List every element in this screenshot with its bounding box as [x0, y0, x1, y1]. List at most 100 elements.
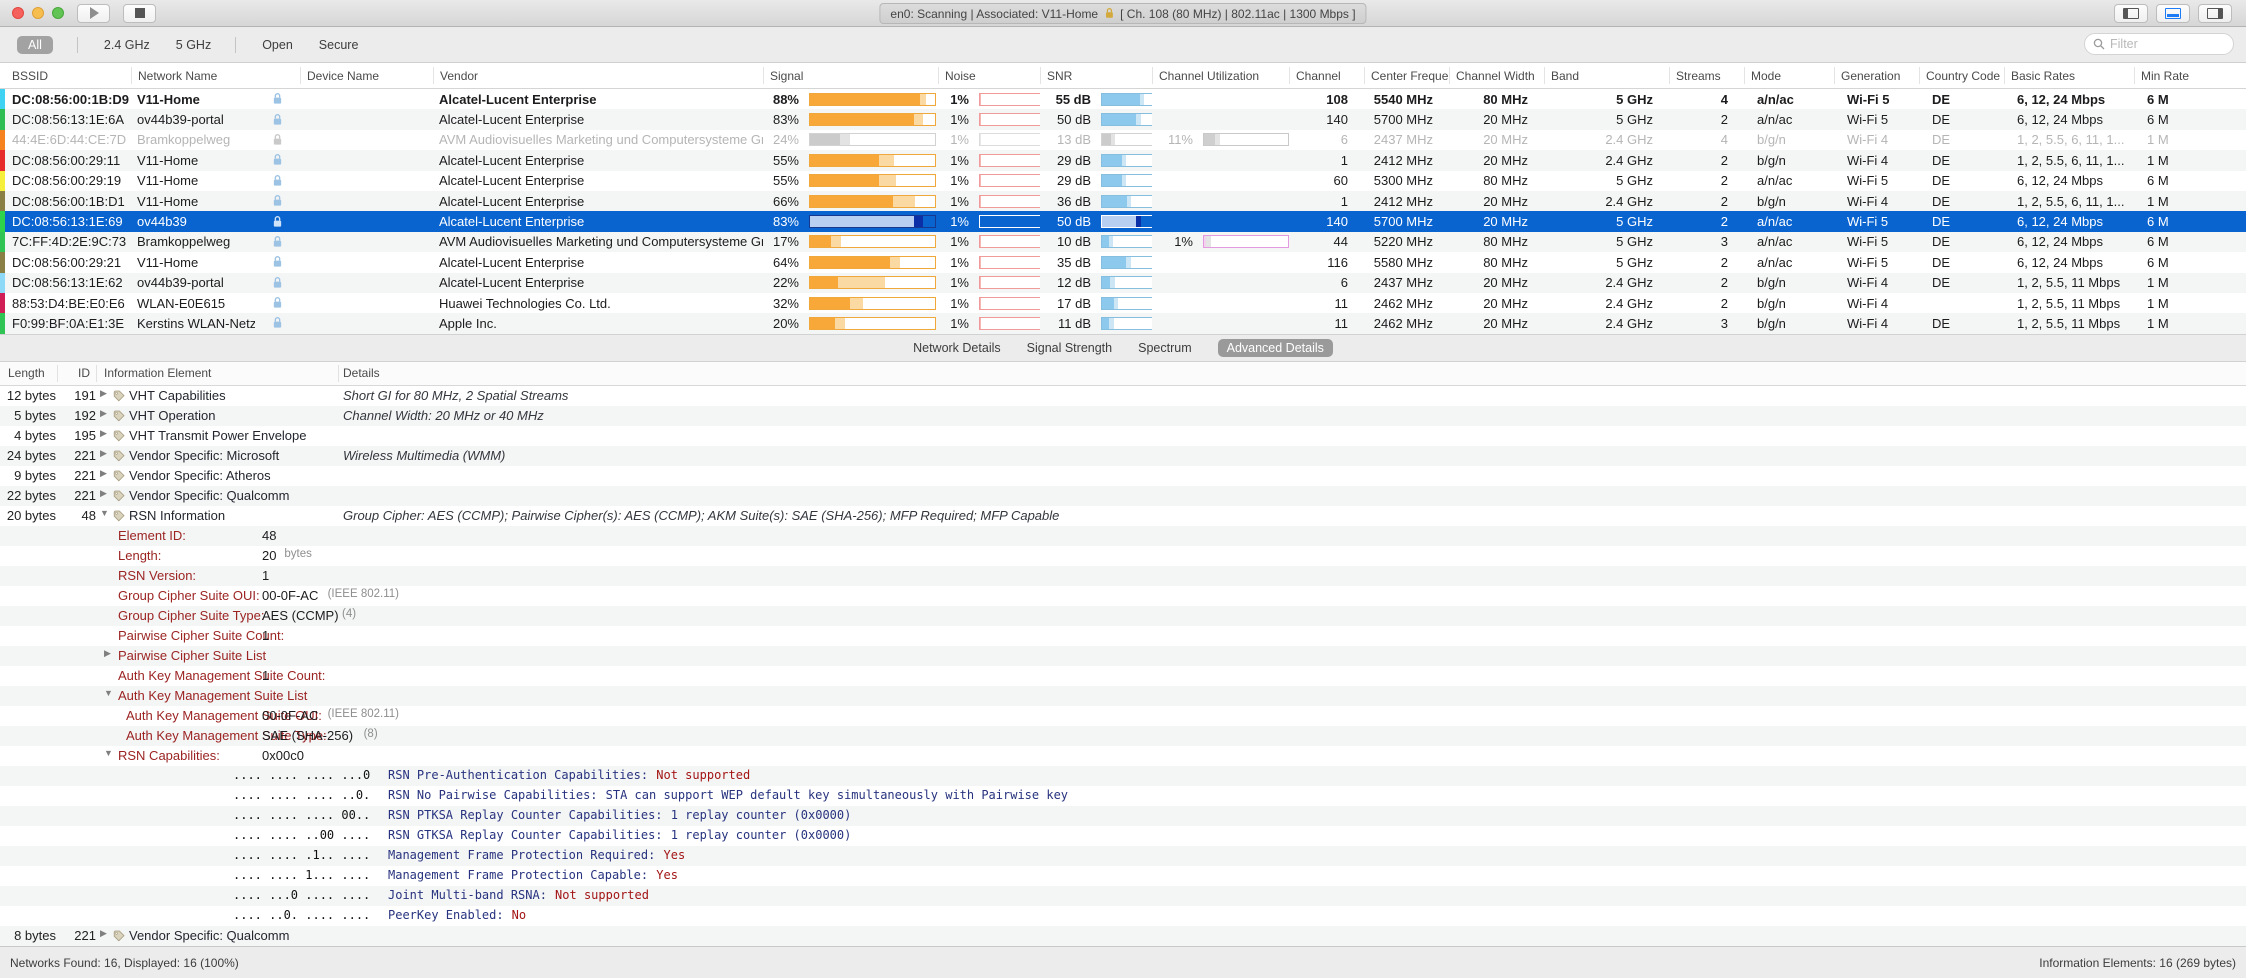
ie-row[interactable]: Group Cipher Suite Type:AES (CCMP)(4) [0, 606, 2246, 626]
ie-column-header-id[interactable]: ID [78, 366, 90, 380]
disclosure-collapsed-icon[interactable]: ▶ [100, 488, 107, 499]
column-header-mode[interactable]: Mode [1744, 67, 1834, 84]
ie-row[interactable]: ▶Pairwise Cipher Suite List [0, 646, 2246, 666]
scan-start-button[interactable] [77, 4, 110, 23]
ie-column-header-length[interactable]: Length [8, 366, 45, 380]
snr-bar [1101, 235, 1152, 248]
band-filter-5ghz[interactable]: 5 GHz [176, 38, 211, 52]
ie-row[interactable]: ▼RSN Capabilities:0x00c0 [0, 746, 2246, 766]
network-row[interactable]: 44:4E:6D:44:CE:7DBramkoppelwegAVM Audiov… [0, 130, 2246, 150]
network-row[interactable]: DC:08:56:00:29:21V11-HomeAlcatel-Lucent … [0, 252, 2246, 272]
column-header-channel-utilization[interactable]: Channel Utilization [1152, 67, 1289, 84]
ie-row[interactable]: Pairwise Cipher Suite Count:1 [0, 626, 2246, 646]
band-filter-all[interactable]: All [17, 36, 53, 54]
disclosure-expanded-icon[interactable]: ▼ [104, 688, 113, 698]
ie-row[interactable]: 4 bytes195▶VHT Transmit Power Envelope [0, 426, 2246, 446]
disclosure-collapsed-icon[interactable]: ▶ [100, 388, 107, 399]
ie-id: 191 [60, 388, 96, 403]
bit-value: Not supported [555, 888, 649, 902]
ie-row[interactable]: .... ...0 .... ....Joint Multi-band RSNA… [0, 886, 2246, 906]
ie-row[interactable]: Length:20bytes [0, 546, 2246, 566]
disclosure-collapsed-icon[interactable]: ▶ [100, 408, 107, 419]
network-row[interactable]: 7C:FF:4D:2E:9C:73BramkoppelwegAVM Audiov… [0, 232, 2246, 252]
ie-row[interactable]: 20 bytes48▼RSN InformationGroup Cipher: … [0, 506, 2246, 526]
column-header-signal[interactable]: Signal [763, 67, 938, 84]
column-header-snr[interactable]: SNR [1040, 67, 1152, 84]
column-header-generation[interactable]: Generation [1834, 67, 1919, 84]
network-row[interactable]: DC:08:56:13:1E:62ov44b39-portalAlcatel-L… [0, 273, 2246, 293]
column-header-bssid[interactable]: BSSID [6, 67, 131, 84]
ie-row[interactable]: .... .... 1... ....Management Frame Prot… [0, 866, 2246, 886]
column-header-center-frequency[interactable]: Center Frequency [1364, 67, 1449, 84]
ie-row[interactable]: .... .... .1.. ....Management Frame Prot… [0, 846, 2246, 866]
network-row[interactable]: DC:08:56:00:1B:D9V11-HomeAlcatel-Lucent … [0, 89, 2246, 109]
column-header-channel[interactable]: Channel [1289, 67, 1364, 84]
network-row[interactable]: DC:08:56:13:1E:6Aov44b39-portalAlcatel-L… [0, 109, 2246, 129]
ie-row[interactable]: ▼Auth Key Management Suite List [0, 686, 2246, 706]
disclosure-collapsed-icon[interactable]: ▶ [100, 468, 107, 479]
snr-value: 50 dB [1040, 214, 1095, 229]
ie-row[interactable]: Element ID:48 [0, 526, 2246, 546]
ie-row[interactable]: 5 bytes192▶VHT OperationChannel Width: 2… [0, 406, 2246, 426]
close-button[interactable] [12, 7, 24, 19]
signal-bar-cell [803, 195, 938, 208]
disclosure-collapsed-icon[interactable]: ▶ [104, 648, 111, 659]
network-row[interactable]: F0:99:BF:0A:E1:3EKerstins WLAN-NetzwerkA… [0, 313, 2246, 333]
disclosure-expanded-icon[interactable]: ▼ [100, 508, 109, 518]
ie-row[interactable]: 8 bytes221▶Vendor Specific: Qualcomm [0, 926, 2246, 946]
column-header-channel-width[interactable]: Channel Width [1449, 67, 1544, 84]
column-header-basic-rates[interactable]: Basic Rates [2004, 67, 2134, 84]
network-row[interactable]: DC:08:56:13:1E:69ov44b39Alcatel-Lucent E… [0, 211, 2246, 231]
tab-signal-strength[interactable]: Signal Strength [1027, 341, 1112, 355]
zoom-button[interactable] [52, 7, 64, 19]
disclosure-collapsed-icon[interactable]: ▶ [100, 448, 107, 459]
ie-column-header-details[interactable]: Details [343, 366, 380, 380]
noise-bar [979, 93, 1040, 106]
lock-icon [255, 194, 300, 208]
column-header-vendor[interactable]: Vendor [433, 67, 763, 84]
ie-row[interactable]: .... .... ..00 ....RSN GTKSA Replay Coun… [0, 826, 2246, 846]
ie-row[interactable]: .... .... .... ..0.RSN No Pairwise Capab… [0, 786, 2246, 806]
column-header-country-code[interactable]: Country Code [1919, 67, 2004, 84]
column-header-streams[interactable]: Streams [1669, 67, 1744, 84]
toggle-left-sidebar-button[interactable] [2114, 4, 2148, 23]
column-header-noise[interactable]: Noise [938, 67, 1040, 84]
tab-spectrum[interactable]: Spectrum [1138, 341, 1192, 355]
disclosure-collapsed-icon[interactable]: ▶ [100, 928, 107, 939]
column-header-min-rate[interactable]: Min Rate [2134, 67, 2246, 84]
band-filter-2-4ghz[interactable]: 2.4 GHz [104, 38, 150, 52]
toggle-bottom-panel-button[interactable] [2156, 4, 2190, 23]
network-row[interactable]: 88:53:D4:BE:E0:E6WLAN-E0E615Huawei Techn… [0, 293, 2246, 313]
network-row[interactable]: DC:08:56:00:1B:D1V11-HomeAlcatel-Lucent … [0, 191, 2246, 211]
scan-stop-button[interactable] [123, 4, 156, 23]
ie-row[interactable]: 9 bytes221▶Vendor Specific: Atheros [0, 466, 2246, 486]
ie-row[interactable]: .... .... .... 00..RSN PTKSA Replay Coun… [0, 806, 2246, 826]
network-row[interactable]: DC:08:56:00:29:11V11-HomeAlcatel-Lucent … [0, 150, 2246, 170]
ie-row[interactable]: 12 bytes191▶VHT CapabilitiesShort GI for… [0, 386, 2246, 406]
ie-row[interactable]: Auth Key Management Suite Count:1 [0, 666, 2246, 686]
column-header-network-name[interactable]: Network Name [131, 67, 300, 84]
ie-row[interactable]: Auth Key Management Suite Type:SAE (SHA-… [0, 726, 2246, 746]
toggle-right-sidebar-button[interactable] [2198, 4, 2232, 23]
ie-column-header-information-element[interactable]: Information Element [104, 366, 211, 380]
network-row[interactable]: DC:08:56:00:29:19V11-HomeAlcatel-Lucent … [0, 171, 2246, 191]
disclosure-collapsed-icon[interactable]: ▶ [100, 428, 107, 439]
ie-row[interactable]: Group Cipher Suite OUI:00-0F-AC(IEEE 802… [0, 586, 2246, 606]
tab-network-details[interactable]: Network Details [913, 341, 1001, 355]
disclosure-expanded-icon[interactable]: ▼ [104, 748, 113, 758]
ie-row[interactable]: RSN Version:1 [0, 566, 2246, 586]
ie-row[interactable]: .... ..0. .... ....PeerKey Enabled:No [0, 906, 2246, 926]
filter-field[interactable] [2084, 33, 2234, 55]
minimize-button[interactable] [32, 7, 44, 19]
security-filter-open[interactable]: Open [262, 38, 293, 52]
noise-bar-cell [973, 154, 1040, 167]
filter-input[interactable] [2110, 37, 2225, 51]
ie-row[interactable]: 22 bytes221▶Vendor Specific: Qualcomm [0, 486, 2246, 506]
column-header-device-name[interactable]: Device Name [300, 67, 433, 84]
tab-advanced-details[interactable]: Advanced Details [1218, 339, 1333, 357]
security-filter-secure[interactable]: Secure [319, 38, 359, 52]
ie-row[interactable]: Auth Key Management Suite OUI:00-0F-AC(I… [0, 706, 2246, 726]
column-header-band[interactable]: Band [1544, 67, 1669, 84]
ie-row[interactable]: .... .... .... ...0RSN Pre-Authenticatio… [0, 766, 2246, 786]
ie-row[interactable]: 24 bytes221▶Vendor Specific: MicrosoftWi… [0, 446, 2246, 466]
